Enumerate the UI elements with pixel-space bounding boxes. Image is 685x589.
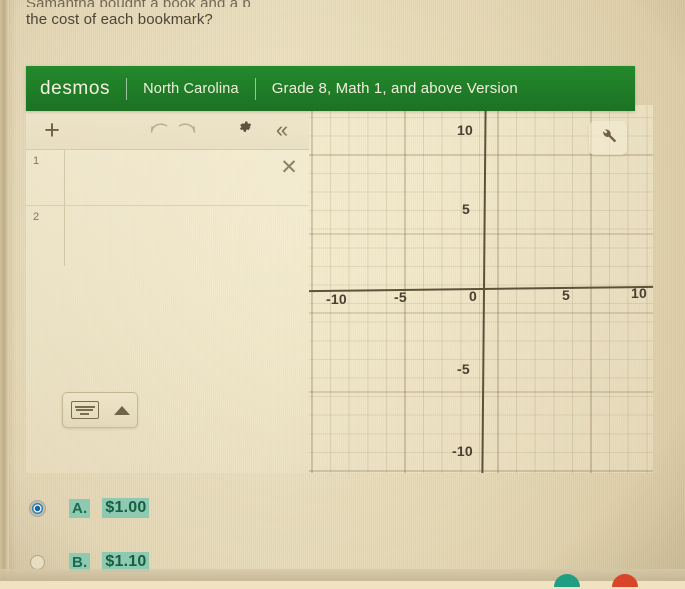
wrench-icon (599, 126, 618, 150)
expression-row-2[interactable]: 2 (26, 206, 309, 266)
expression-row-separator (64, 150, 65, 205)
y-tick-10: 10 (457, 122, 473, 138)
expression-rows: 1 ✕ 2 (26, 150, 309, 266)
expression-panel: + « 1 ✕ 2 (26, 111, 309, 473)
keyboard-toggle-button[interactable] (62, 392, 138, 428)
header-state-label: North Carolina (143, 80, 239, 97)
radio-a[interactable] (30, 500, 45, 516)
desmos-body: -10 -5 0 5 10 10 5 -5 -10 + « 1 ✕ 2 (26, 105, 653, 473)
redo-arrow-icon (176, 120, 197, 140)
desmos-calculator: desmos North Carolina Grade 8, Math 1, a… (26, 66, 653, 473)
y-tick-neg10: -10 (452, 443, 473, 459)
question-line-1: Samantha bought a book and a p (26, 0, 669, 7)
page-bottom-edge (0, 569, 685, 581)
x-tick-neg5: -5 (394, 289, 407, 305)
expression-row-1[interactable]: 1 ✕ (26, 150, 309, 206)
expression-index-1: 1 (33, 155, 40, 167)
expression-toolbar: + « (26, 111, 309, 150)
question-text: Samantha bought a book and a p the cost … (26, 0, 669, 30)
desmos-logo: desmos (40, 77, 111, 99)
add-expression-button[interactable]: + (39, 116, 65, 143)
undo-button[interactable] (146, 117, 172, 143)
x-tick-neg10: -10 (326, 291, 347, 307)
gear-icon (236, 119, 253, 141)
radio-b[interactable] (30, 554, 45, 570)
x-tick-5: 5 (562, 287, 570, 303)
undo-arrow-icon (149, 120, 170, 140)
x-tick-0: 0 (469, 288, 477, 304)
question-line-2: the cost of each bookmark? (26, 11, 213, 28)
choice-a-letter: A. (69, 498, 91, 518)
choice-a[interactable]: A. $1.00 (26, 481, 150, 535)
desmos-header-bar: desmos North Carolina Grade 8, Math 1, a… (26, 66, 635, 111)
caret-up-icon (113, 405, 130, 415)
y-tick-5: 5 (462, 201, 470, 217)
graph-settings-button[interactable] (589, 121, 627, 155)
settings-button[interactable] (231, 117, 257, 143)
header-version-label: Grade 8, Math 1, and above Version (271, 80, 518, 97)
header-divider-2 (254, 77, 256, 100)
x-tick-10: 10 (631, 285, 647, 301)
expression-row-separator (64, 206, 65, 266)
graph-canvas[interactable]: -10 -5 0 5 10 10 5 -5 -10 (309, 105, 653, 473)
y-tick-neg5: -5 (457, 361, 470, 377)
expression-index-2: 2 (33, 211, 40, 223)
header-divider-1 (126, 77, 128, 100)
collapse-panel-button[interactable]: « (269, 117, 295, 143)
choice-a-value: $1.00 (102, 498, 150, 518)
delete-expression-button[interactable]: ✕ (277, 155, 301, 179)
keyboard-icon (70, 401, 99, 419)
redo-button[interactable] (173, 117, 199, 143)
